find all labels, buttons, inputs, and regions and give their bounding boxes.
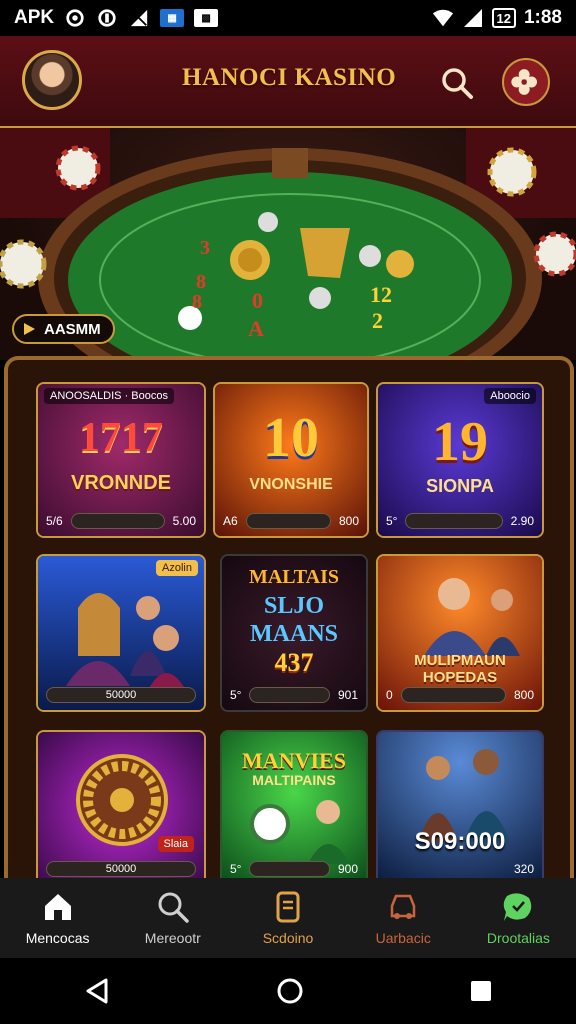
game-footer: A6 800 [223, 513, 359, 529]
nav-item-vehicle[interactable]: Uarbacic [346, 878, 461, 958]
game-tile[interactable]: MANVIES MALTIPAINS 5° 900 [220, 730, 368, 878]
menu-icon [511, 69, 537, 95]
game-title: VRONNDE [70, 472, 171, 494]
svg-text:3: 3 [200, 237, 210, 259]
game-footer: 50000 [38, 854, 204, 878]
nav-item-home[interactable]: Mencocas [0, 878, 115, 958]
game-tile[interactable]: MULIPMAUN HOPEDAS 0 800 [376, 554, 544, 712]
game-headline: 19 [432, 411, 488, 473]
game-tag: Azolin [156, 560, 198, 576]
svg-text:2: 2 [372, 308, 383, 333]
game-headline: 1717 [79, 415, 163, 461]
progress-bar [400, 687, 506, 703]
game-title: SIONPA [426, 476, 494, 496]
games-grid: ANOOSALDIS · Boocos 1717 VRONNDE 5/6 5.0… [4, 356, 574, 878]
svg-text:0: 0 [252, 288, 263, 313]
roulette-wheel [76, 754, 168, 846]
hero-category-badge[interactable]: AASMM [12, 314, 115, 344]
notification-icon: ▦ [160, 9, 185, 27]
game-tile[interactable]: Aboocio 19 SIONPA 5° 2.90 [376, 382, 544, 538]
nav-item-search[interactable]: Mereootr [115, 878, 230, 958]
svg-text:8: 8 [192, 291, 202, 313]
game-footer: 0 800 [386, 687, 534, 703]
progress-bar [405, 513, 503, 529]
nav-item-schedule[interactable]: Scdoino [230, 878, 345, 958]
chat-bubble-icon [504, 893, 532, 921]
battery-icon: 12 [491, 8, 516, 28]
game-footer: 5° 900 [230, 861, 358, 877]
progress-bar: 50000 [46, 687, 196, 703]
game-title: VNONSHIE [249, 476, 333, 493]
hero-banner[interactable]: 3 8 8 0 A 12 2 AASMM [0, 128, 576, 360]
wifi-icon [432, 9, 453, 27]
status-bar: APK ▦ ▩ 12 1:88 [0, 0, 576, 36]
game-headline: MANVIES [242, 748, 346, 773]
document-icon [276, 891, 300, 923]
system-navigation [0, 958, 576, 1024]
circle-icon [98, 9, 116, 27]
car-icon [390, 894, 416, 919]
game-tile[interactable]: 10 VNONSHIE A6 800 [213, 382, 369, 538]
bottom-nav: Mencocas Mereootr Scdoino Uarbacic Droot… [0, 878, 576, 958]
players-illustration [250, 800, 350, 864]
cell-signal-icon [463, 9, 482, 27]
recents-icon[interactable] [468, 978, 494, 1004]
game-footer: 5° 2.90 [386, 513, 534, 529]
svg-text:A: A [248, 316, 264, 341]
game-tile[interactable]: Slaia 50000 [36, 730, 206, 878]
game-tag: ANOOSALDIS · Boocos [44, 388, 174, 404]
game-footer: 320 [513, 862, 534, 876]
game-tile[interactable]: Azolin 50000 [36, 554, 206, 712]
progress-bar: 50000 [46, 861, 196, 877]
game-tag: Aboocio [484, 388, 536, 404]
signal-off-icon [130, 9, 148, 27]
back-icon[interactable] [82, 976, 112, 1006]
progress-bar [70, 513, 165, 529]
game-badge: Slaia [157, 836, 194, 852]
clock: 1:88 [523, 7, 562, 28]
app-title: HANOCI KASINO [182, 64, 397, 91]
sync-icon [66, 9, 84, 27]
game-number: 437 [274, 648, 314, 677]
game-title: SLJO MAANS [250, 593, 338, 647]
game-headline: 10 [263, 407, 319, 469]
progress-bar [245, 513, 331, 529]
game-title: S09:000 [414, 828, 506, 855]
hero-category-label: AASMM [44, 320, 101, 338]
search-icon [158, 892, 189, 923]
svg-text:8: 8 [196, 271, 206, 293]
game-tile[interactable]: MALTAIS SLJO MAANS 437 5° 901 [220, 554, 368, 712]
menu-button[interactable] [502, 58, 550, 106]
progress-bar [249, 861, 330, 877]
avatar[interactable] [22, 50, 82, 110]
game-tile[interactable]: S09:000 320 [376, 730, 544, 878]
game-headline: MALTAIS [248, 566, 340, 588]
play-icon [24, 323, 35, 335]
game-footer: 5/6 5.00 [46, 513, 196, 529]
nav-item-chat[interactable]: Drootalias [461, 878, 576, 958]
status-apk-label: APK [14, 7, 55, 28]
game-tile[interactable]: ANOOSALDIS · Boocos 1717 VRONNDE 5/6 5.0… [36, 382, 206, 538]
app-header: HANOCI KASINO [0, 36, 576, 128]
search-icon[interactable] [440, 66, 474, 100]
progress-bar [249, 687, 330, 703]
home-circle-icon[interactable] [275, 976, 305, 1006]
image-notification-icon: ▩ [194, 9, 219, 27]
game-footer: 50000 [38, 680, 204, 710]
svg-text:12: 12 [370, 282, 392, 307]
home-icon [44, 894, 71, 920]
game-footer: 5° 901 [230, 687, 358, 703]
